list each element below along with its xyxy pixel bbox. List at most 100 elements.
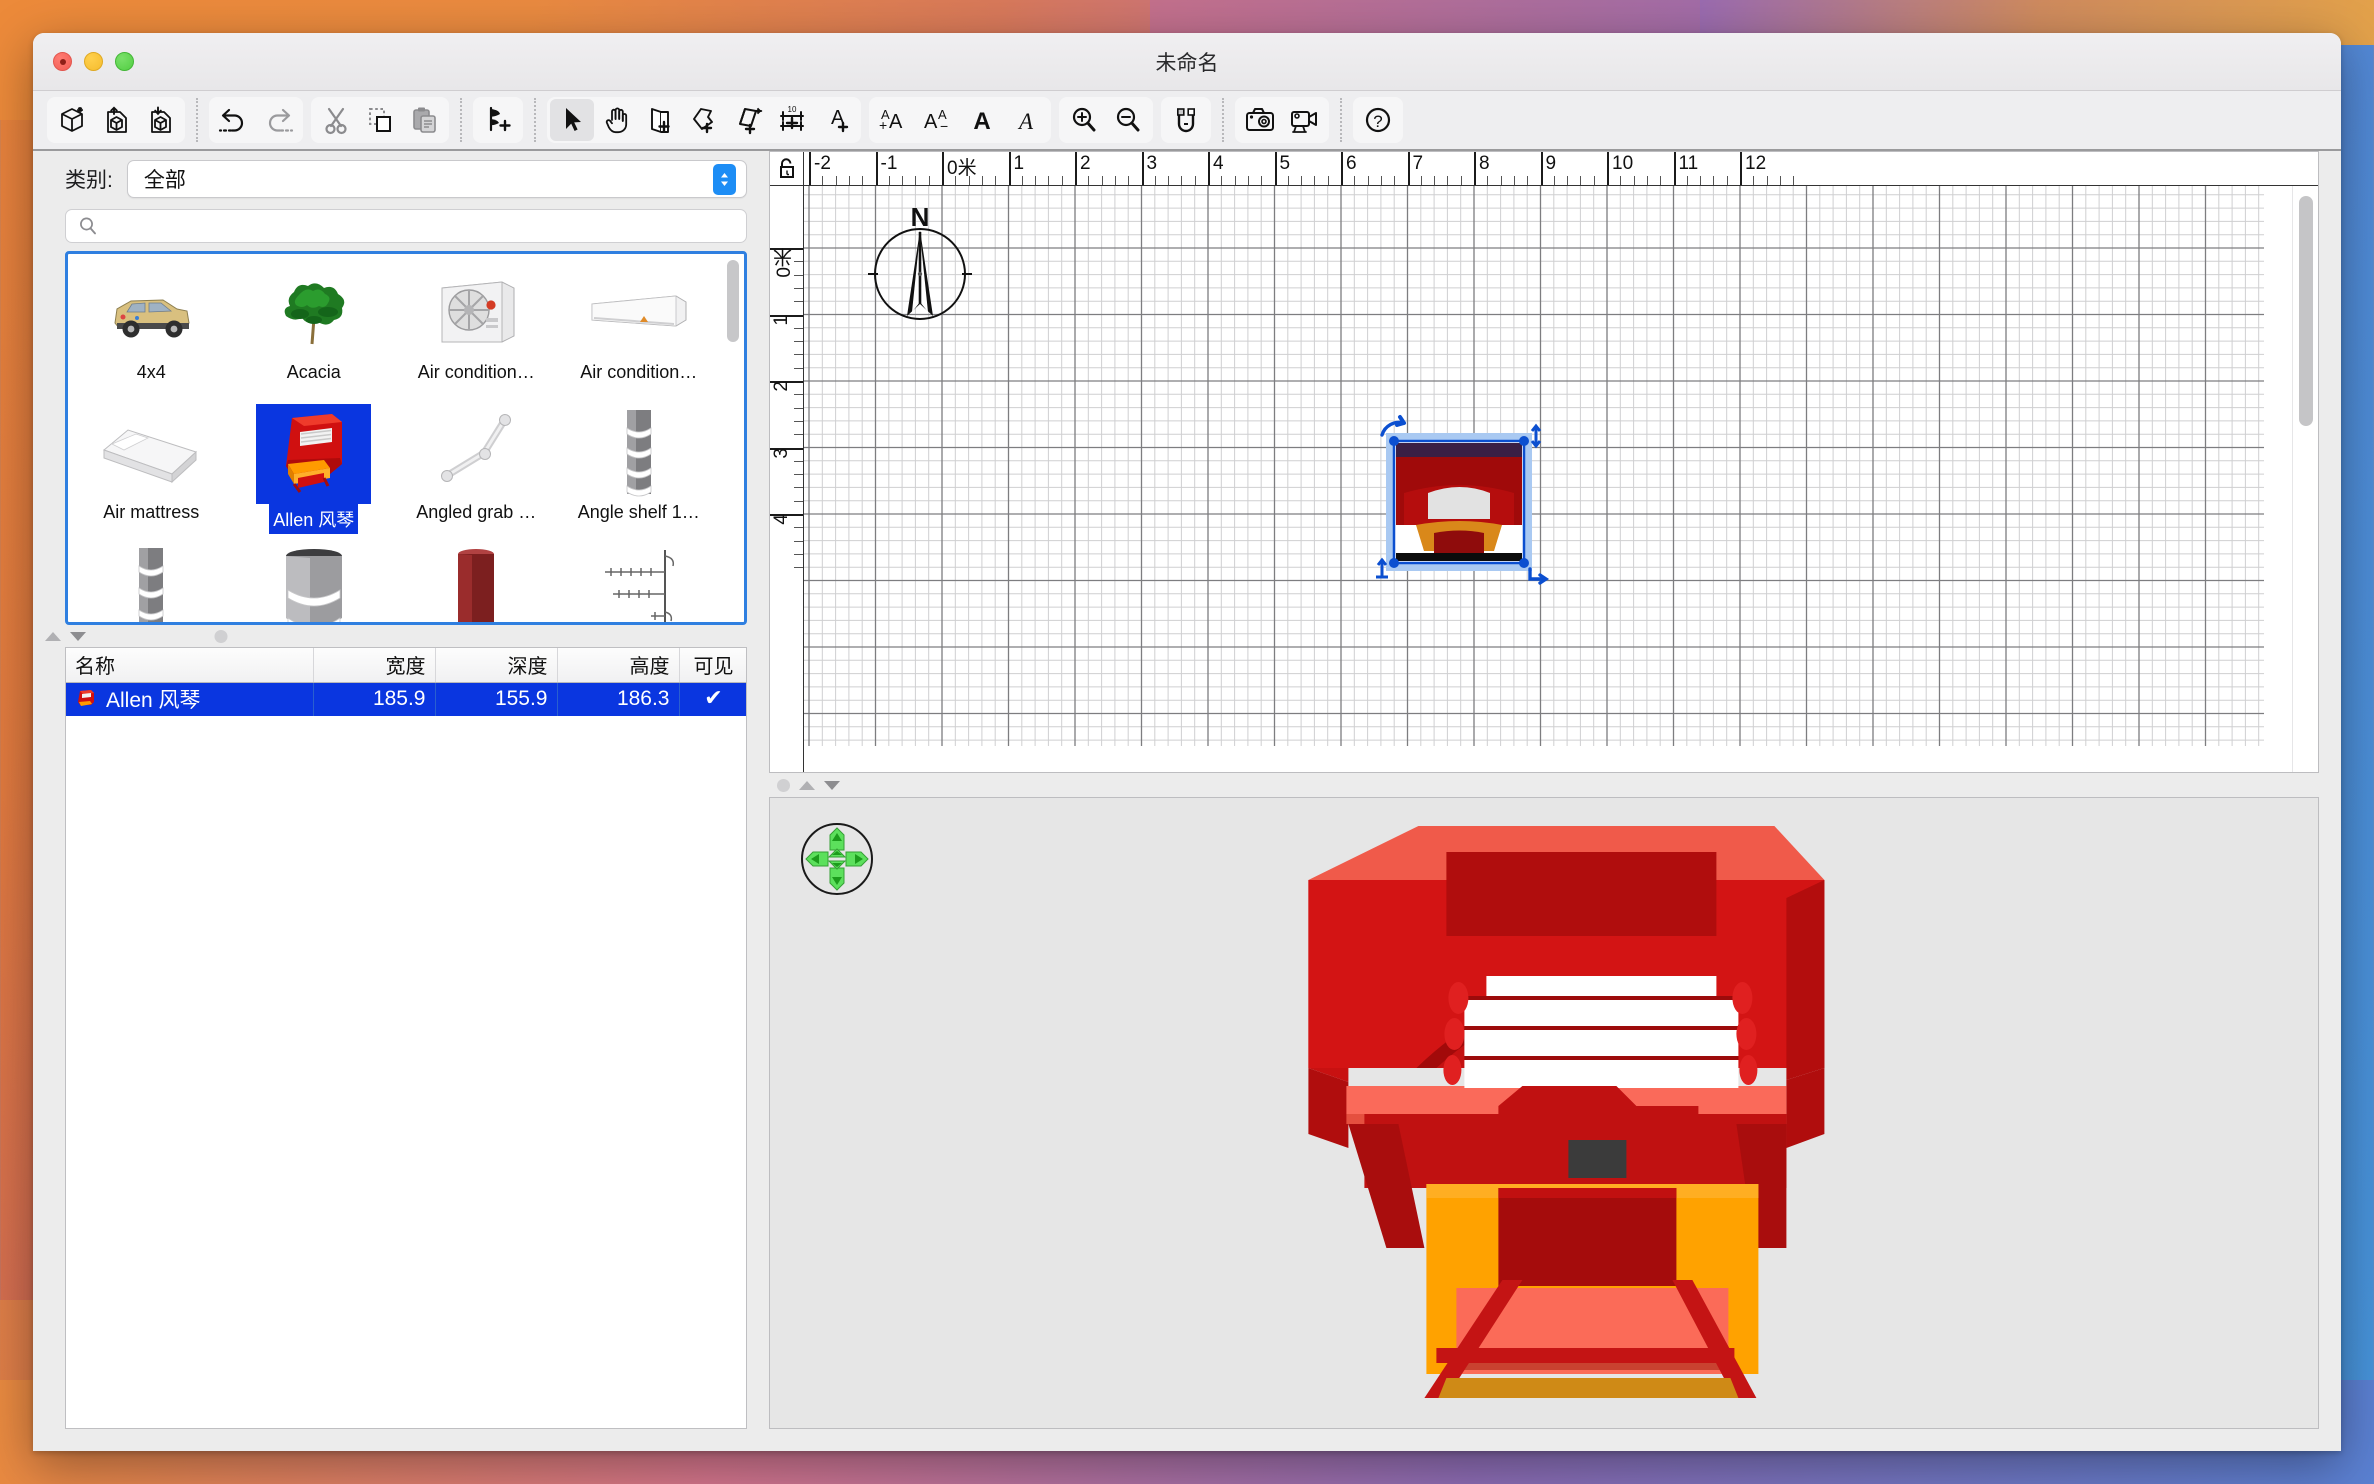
- help-group: ?: [1353, 97, 1403, 143]
- collapse-up-icon[interactable]: [45, 631, 61, 641]
- organ-3d-model: [1286, 818, 1846, 1423]
- checkmark-icon: ✔: [704, 685, 723, 711]
- search-box[interactable]: [65, 209, 747, 243]
- collapse-up-icon[interactable]: [799, 780, 815, 790]
- svg-text:+: +: [879, 117, 887, 133]
- select-tool-button[interactable]: [550, 99, 594, 141]
- ruler-minor-tick: [1367, 176, 1369, 185]
- ruler-minor-tick: [1420, 176, 1422, 185]
- plan-view[interactable]: -2 -1 0米 1 2 3 4 5 6 7 8 9 10 11 12 0米 1 2 3 4: [769, 151, 2319, 773]
- vertical-splitter[interactable]: [769, 773, 2341, 797]
- catalog-item-angled-grab-bar[interactable]: Angled grab …: [395, 400, 558, 540]
- help-button[interactable]: ?: [1356, 99, 1400, 141]
- splitter-knob[interactable]: [214, 629, 228, 643]
- catalog-item-antenna[interactable]: [558, 540, 721, 622]
- cut-button[interactable]: [314, 99, 358, 141]
- plan-vertical-scrollbar[interactable]: [2292, 186, 2318, 772]
- collapse-down-icon[interactable]: [824, 780, 840, 790]
- zoom-group: [1059, 97, 1153, 143]
- toolbar-separator: [460, 98, 462, 142]
- search-input[interactable]: [106, 215, 734, 237]
- cell-width: 185.9: [313, 682, 436, 716]
- create-polyline-button[interactable]: [726, 99, 770, 141]
- catalog-item-red-cylinder[interactable]: [395, 540, 558, 622]
- search-icon: [80, 217, 96, 235]
- splitter-arrows[interactable]: [45, 631, 86, 641]
- ruler-minor-tick: [794, 527, 803, 529]
- catalog-item-4x4[interactable]: 4x4: [70, 260, 233, 400]
- catalog-item-angle-shelf-2[interactable]: [70, 540, 233, 622]
- column-header-width[interactable]: 宽度: [313, 648, 436, 683]
- air-conditioner-outdoor-icon: [421, 264, 531, 360]
- catalog-item-acacia[interactable]: Acacia: [233, 260, 396, 400]
- horizontal-ruler: -2 -1 0米 1 2 3 4 5 6 7 8 9 10 11 12: [804, 152, 2318, 186]
- view-3d[interactable]: [769, 797, 2319, 1429]
- column-header-depth[interactable]: 深度: [435, 648, 558, 683]
- left-splitter[interactable]: [33, 625, 769, 647]
- plan-grid-major: [804, 186, 2264, 746]
- add-furniture-button[interactable]: [476, 99, 520, 141]
- redo-button[interactable]: [256, 99, 300, 141]
- furniture-list-panel[interactable]: 名称 宽度 深度 高度 可见 Allen 风琴 185.9 155.9 186.…: [65, 647, 747, 1429]
- copy-button[interactable]: [358, 99, 402, 141]
- vertical-ruler: 0米 1 2 3 4: [770, 186, 804, 772]
- create-walls-button[interactable]: [638, 99, 682, 141]
- create-photo-button[interactable]: [1238, 99, 1282, 141]
- splitter-knob[interactable]: [777, 778, 790, 792]
- elevation-handle: [1530, 423, 1542, 449]
- catalog-grid: 4x4 Acacia Air condition… Air condition……: [68, 254, 722, 622]
- table-row[interactable]: Allen 风琴 185.9 155.9 186.3 ✔: [66, 682, 746, 716]
- create-video-button[interactable]: [1282, 99, 1326, 141]
- paste-button[interactable]: [402, 99, 446, 141]
- collapse-down-icon[interactable]: [70, 631, 86, 641]
- new-home-button[interactable]: [50, 99, 94, 141]
- plan-scroll-thumb[interactable]: [2299, 196, 2313, 426]
- plan-canvas[interactable]: N: [804, 186, 2292, 772]
- resize-handle: [1519, 436, 1529, 446]
- catalog-item-allen-organ[interactable]: Allen 风琴: [233, 400, 396, 540]
- ruler-minor-tick: [1247, 176, 1249, 185]
- catalog-item-round-shelf[interactable]: [233, 540, 396, 622]
- ruler-minor-tick: [1380, 176, 1382, 185]
- plan-lock-corner[interactable]: [770, 152, 804, 186]
- magnetism-toggle-button[interactable]: [1164, 99, 1208, 141]
- zoom-out-button[interactable]: [1106, 99, 1150, 141]
- ruler-minor-tick: [794, 540, 803, 542]
- close-button[interactable]: [53, 52, 72, 71]
- ruler-minor-tick: [1354, 176, 1356, 185]
- pan-tool-button[interactable]: [594, 99, 638, 141]
- ruler-minor-tick: [1753, 176, 1755, 185]
- catalog-item-air-conditioner-outdoor[interactable]: Air condition…: [395, 260, 558, 400]
- catalog-item-air-conditioner-split[interactable]: Air condition…: [558, 260, 721, 400]
- add-text-button[interactable]: A: [814, 99, 858, 141]
- zoom-button[interactable]: [115, 52, 134, 71]
- catalog-item-air-mattress[interactable]: Air mattress: [70, 400, 233, 540]
- undo-button[interactable]: [212, 99, 256, 141]
- furniture-catalog[interactable]: 4x4 Acacia Air condition… Air condition……: [65, 251, 747, 625]
- application-window: 未命名 10 A A A + A A − A A ? 类别: 全部 4x4 Ac…: [33, 33, 2341, 1451]
- italic-button[interactable]: A: [1004, 99, 1048, 141]
- cell-visible-checkbox[interactable]: ✔: [679, 682, 746, 716]
- ruler-minor-tick: [915, 176, 917, 185]
- bold-button[interactable]: A: [960, 99, 1004, 141]
- open-home-button[interactable]: [94, 99, 138, 141]
- column-header-height[interactable]: 高度: [557, 648, 680, 683]
- catalog-scrollbar[interactable]: [722, 254, 744, 622]
- angled-grab-bar-icon: [421, 404, 531, 500]
- zoom-in-button[interactable]: [1062, 99, 1106, 141]
- minimize-button[interactable]: [84, 52, 103, 71]
- chevron-updown-icon[interactable]: [713, 163, 736, 195]
- catalog-item-angle-shelf-1[interactable]: Angle shelf 1…: [558, 400, 721, 540]
- increase-text-size-button[interactable]: A A +: [872, 99, 916, 141]
- navigation-compass[interactable]: [800, 822, 874, 901]
- ruler-minor-tick: [794, 354, 803, 356]
- catalog-scroll-thumb[interactable]: [727, 260, 739, 342]
- create-rooms-button[interactable]: [682, 99, 726, 141]
- category-select[interactable]: 全部: [126, 160, 747, 198]
- create-dimensions-button[interactable]: 10: [770, 99, 814, 141]
- save-home-button[interactable]: [138, 99, 182, 141]
- column-header-name[interactable]: 名称: [66, 648, 314, 683]
- column-header-visible[interactable]: 可见: [679, 648, 746, 683]
- decrease-text-size-button[interactable]: A A −: [916, 99, 960, 141]
- ruler-minor-tick: [794, 287, 803, 289]
